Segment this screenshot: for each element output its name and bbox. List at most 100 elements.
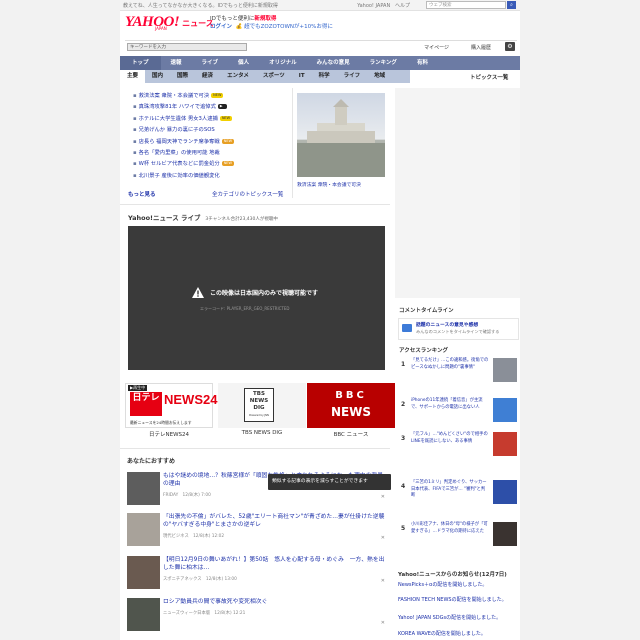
topic-item[interactable]: ▪ 店長ら 福岡天神でランチ席争奪戦 NEW: [133, 137, 235, 148]
tab-domestic[interactable]: 国内: [145, 70, 170, 83]
top-links[interactable]: Yahoo! JAPAN ヘルプ: [357, 2, 410, 9]
gear-icon[interactable]: ⚙: [505, 42, 515, 51]
tbs-news-dig-logo: TBS NEWS DIG Powered by JNN: [218, 383, 306, 428]
article-title[interactable]: ロシア動員兵の間で事故死や変死相次ぐ: [163, 598, 385, 606]
top-message[interactable]: 教えてね、人生ってなかなか大きくなる。IDでもっと便利に新規取得: [123, 2, 278, 9]
close-icon[interactable]: ✕: [381, 535, 385, 541]
divider: [120, 204, 390, 205]
article-source: ニューズウィーク日本版 12/8(木) 12:21: [163, 611, 246, 616]
topic-photo[interactable]: 救済法案 衆院・本会議で可決: [297, 93, 385, 188]
register-link[interactable]: 新規取得: [254, 16, 276, 22]
topic-item[interactable]: ▪ ホテルに大学生遺体 男女3人逮捕 NEW: [133, 114, 234, 125]
video-player[interactable]: この映像は日本国内のみで視聴可能です エラーコード: PLAYER_ERR_GE…: [128, 226, 385, 370]
article-thumbnail: [127, 556, 160, 589]
article-title[interactable]: 【明日12月9日の舞いあがれ！】第50話 悠人を心配する母・めぐみ 一方、熱を出…: [163, 556, 385, 572]
channel-bbc-news[interactable]: BBC NEWS BBC ニュース: [307, 383, 395, 438]
logo-brand: YAHOO!: [125, 14, 180, 30]
tab-ranking[interactable]: ランキング: [360, 56, 407, 70]
article-item[interactable]: 【明日12月9日の舞いあがれ！】第50話 悠人を心配する母・めぐみ 一方、熱を出…: [127, 556, 387, 594]
article-item[interactable]: 「出張先の不倫」がバレた、52歳"エリート商社マン"が青ざめた…妻が仕掛けた逆襲…: [127, 513, 387, 551]
live-title[interactable]: Yahoo!ニュース ライブ: [128, 214, 200, 222]
tab-region[interactable]: 地域: [367, 70, 392, 83]
tab-main[interactable]: 主要: [120, 70, 146, 83]
notice-item[interactable]: FASHION TECH NEWSの配信を開始しました。: [398, 597, 516, 604]
now-playing-badge: ▶再生中: [128, 385, 148, 391]
more-link[interactable]: もっと見る: [128, 190, 156, 198]
tab-economy[interactable]: 経済: [195, 70, 220, 83]
topics-list: ▪ 救済法案 衆院・本会議で可決 NEW ▪ 真珠湾攻撃81年 ハワイで追悼式 ▶ ▪ ホ…: [133, 91, 235, 182]
ranking-thumbnail: [493, 398, 517, 422]
ranking-item[interactable]: 5 小川彩佳アナ、休日の"母"の様子が「可愛すぎる」…ドラマ化の期待に応えた: [398, 522, 518, 554]
web-search-input[interactable]: ウェブ検索: [426, 1, 506, 9]
tab-international[interactable]: 国際: [170, 70, 195, 83]
tab-individual[interactable]: 個人: [228, 56, 259, 70]
notice-item[interactable]: NewsPicks＋αの配信を開始しました。: [398, 582, 516, 589]
search-icon[interactable]: ⌕: [507, 1, 516, 9]
ranking-item[interactable]: 1 「見てるだけ」…この違和感。街角でのピースなぬかしに問題の"裏事情": [398, 358, 518, 390]
new-badge: NEW: [221, 161, 234, 167]
topic-item[interactable]: ▪ 救済法案 衆院・本会議で可決 NEW: [133, 91, 234, 102]
tab-paid[interactable]: 有料: [407, 56, 438, 70]
close-icon[interactable]: ✕: [381, 620, 385, 626]
tab-top[interactable]: トップ: [120, 56, 161, 70]
topic-item[interactable]: ▪ W杯 セルビア代表などに罰金処分 NEW: [133, 159, 234, 170]
notice-item[interactable]: Yahoo! JAPAN SDGsの配信を開始しました。: [398, 615, 516, 622]
live-header: Yahoo!ニュース ライブ 3チャンネル合計23,430人が視聴中: [128, 212, 278, 222]
recommend-title: あなたにおすすめ: [127, 458, 176, 465]
tab-live[interactable]: ライブ: [192, 56, 229, 70]
diet-building-image: [297, 93, 385, 177]
article-source: FRIDAY 12/8(木) 7:00: [163, 493, 211, 498]
ranking-title: アクセスランキング: [399, 348, 449, 354]
topic-item[interactable]: ▪ 真珠湾攻撃81年 ハワイで追悼式 ▶: [133, 102, 234, 113]
channel-label: TBS NEWS DIG: [241, 430, 283, 436]
article-thumbnail: [127, 472, 160, 505]
tab-original[interactable]: オリジナル: [259, 56, 307, 70]
comment-timeline-card[interactable]: 話題のニュースの意見や感想 みんなのコメントをタイムラインで確認する: [398, 318, 519, 340]
warning-icon: [192, 287, 204, 298]
link-help[interactable]: ヘルプ: [395, 3, 410, 9]
channel-label: 日テレNEWS24: [148, 432, 190, 438]
live-viewers: 3チャンネル合計23,430人が視聴中: [205, 217, 278, 222]
topic-item[interactable]: ▪ 兄弟げんか 暴力の裏に子のSOS: [133, 125, 234, 136]
mypage-link[interactable]: マイページ: [424, 44, 449, 51]
article-item[interactable]: ロシア動員兵の間で事故死や変死相次ぐ ニューズウィーク日本版 12/8(木) 1…: [127, 598, 387, 636]
tooltip: 類似する記事の表示を減らすことができます: [268, 474, 391, 490]
video-icon: ▶: [217, 104, 227, 110]
article-source: スポニチアネックス 12/8(木) 13:00: [163, 577, 237, 582]
article-title[interactable]: 「出張先の不倫」がバレた、52歳"エリート商社マン"が青ざめた…妻が仕掛けた逆襲…: [163, 513, 385, 529]
all-topics-link[interactable]: 全カテゴリのトピックス一覧: [212, 190, 283, 198]
tab-sports[interactable]: スポーツ: [256, 70, 292, 83]
tab-opinions[interactable]: みんなの意見: [307, 56, 360, 70]
close-icon[interactable]: ✕: [381, 578, 385, 584]
login-link[interactable]: ログイン: [210, 24, 232, 30]
zozo-promo[interactable]: ️ 💰 超でもZOZOTOWNが+10%お得に: [234, 24, 333, 30]
comment-timeline-desc: みんなのコメントをタイムラインで確認する: [416, 329, 500, 334]
keyword-search-input[interactable]: キーワードを入力: [127, 43, 247, 51]
ranking-item[interactable]: 3 「元フル」…"めんどくさい"ので相手のLINEを既読にしない、ある事情: [398, 432, 518, 464]
topic-item[interactable]: ▪ 北川景子 産後に効率の価値観変化: [133, 171, 234, 182]
article-source: 現代ビジネス 12/8(木) 12:02: [163, 534, 225, 539]
tab-life[interactable]: ライフ: [337, 70, 368, 83]
topic-item[interactable]: ▪ 各名「愛内里菜」の使用可能 地裁: [133, 148, 234, 159]
comment-timeline-link[interactable]: 話題のニュースの意見や感想: [416, 321, 478, 328]
notice-item[interactable]: KOREA WAVEの配信を開始しました。: [398, 631, 516, 638]
tab-it[interactable]: IT: [292, 70, 312, 83]
tab-science[interactable]: 科学: [312, 70, 337, 83]
comment-timeline-title: コメントタイムライン: [399, 308, 454, 314]
photo-caption[interactable]: 救済法案 衆院・本会議で可決: [297, 181, 361, 188]
category-nav: 主要 国内 国際 経済 エンタメ スポーツ IT 科学 ライフ 地域: [120, 70, 410, 83]
channel-tbs-news-dig[interactable]: TBS NEWS DIG Powered by JNN TBS NEWS DIG: [218, 383, 306, 436]
ranking-item[interactable]: 2 iPhoneの11年連続「着信音」が主流で、サポートからの電話に出ない人: [398, 398, 518, 430]
link-yahoo-japan[interactable]: Yahoo! JAPAN: [357, 3, 390, 9]
tab-entertainment[interactable]: エンタメ: [220, 70, 256, 83]
ranking-item[interactable]: 4 「三笘の1ミリ」判定めぐり、サッカー日本代表、FIFAで三笘が… "審判"と…: [398, 480, 518, 512]
yahoo-news-logo[interactable]: YAHOO! JAPAN ニュース: [125, 14, 214, 31]
channel-ntv-news24[interactable]: ▶再生中 日テレ NEWS24 最新ニュースを24時間お伝えします 日テレNEW…: [125, 383, 217, 438]
close-icon[interactable]: ✕: [381, 494, 385, 500]
ranking-thumbnail: [493, 522, 517, 546]
topics-list-link[interactable]: トピックス一覧: [470, 73, 508, 81]
tab-breaking[interactable]: 速報: [161, 56, 192, 70]
ranking-thumbnail: [493, 480, 517, 504]
purchase-history-link[interactable]: 購入履歴: [471, 44, 491, 51]
new-badge: NEW: [221, 138, 235, 144]
